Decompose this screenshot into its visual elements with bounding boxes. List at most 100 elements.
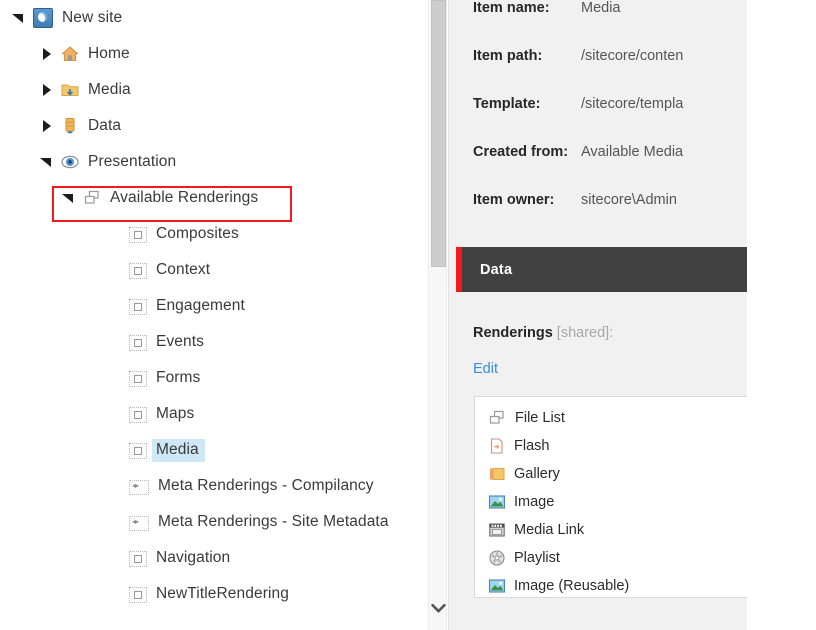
tree-item-label: New site xyxy=(62,9,123,26)
tree-item-label: Media xyxy=(88,81,131,98)
twisty-collapsed-icon[interactable] xyxy=(40,83,54,97)
rendering-item-icon xyxy=(129,587,147,603)
tree-item-label: Composites xyxy=(156,225,239,242)
rendering-list-item-label: Playlist xyxy=(514,550,560,566)
tree-item-composites[interactable]: Composites xyxy=(0,216,428,252)
data-section-header: Data xyxy=(456,247,747,292)
property-key: Created from: xyxy=(473,144,569,160)
playlist-icon xyxy=(488,549,506,567)
rendering-list-item-label: Media Link xyxy=(514,522,585,538)
tree-item-label: NewTitleRendering xyxy=(156,585,289,602)
tree-item-meta-renderings-compilancy[interactable]: Meta Renderings - Compilancy xyxy=(0,468,428,504)
property-value: Media xyxy=(581,0,621,16)
rendering-item-icon xyxy=(129,443,147,459)
tree-item-label: Data xyxy=(88,117,122,134)
tree-item-forms[interactable]: Forms xyxy=(0,360,428,396)
tree-item-engagement[interactable]: Engagement xyxy=(0,288,428,324)
renderings-field-label: Renderings [shared]: xyxy=(473,325,613,341)
property-row: Template: /sitecore/templa xyxy=(449,96,747,144)
tree-item-presentation[interactable]: Presentation xyxy=(0,144,428,180)
chevron-down-icon[interactable] xyxy=(429,598,448,618)
rendering-list-item-label: Image xyxy=(514,494,555,510)
item-properties-list: Item name: Media Item path: /sitecore/conte… xyxy=(449,0,747,240)
tree-scrollbar[interactable] xyxy=(428,0,447,630)
rendering-list-item-label: Image (Reusable) xyxy=(514,578,630,594)
gallery-icon xyxy=(488,465,506,483)
tree-item-home[interactable]: Home xyxy=(0,36,428,72)
property-value: /sitecore/templa xyxy=(581,96,684,112)
tree-item-meta-renderings-site-metadata[interactable]: Meta Renderings - Site Metadata xyxy=(0,504,428,540)
data-section-title: Data xyxy=(480,261,513,278)
property-value: Available Media xyxy=(581,144,684,160)
tree-item-label: Context xyxy=(156,261,211,278)
rendering-list-item[interactable]: Gallery xyxy=(475,460,747,488)
renderings-shared-tag: [shared]: xyxy=(556,325,614,341)
house-icon xyxy=(61,45,79,63)
tree-item-navigation[interactable]: Navigation xyxy=(0,540,428,576)
rendering-item-icon xyxy=(129,371,147,387)
tree-item-label: Meta Renderings - Site Metadata xyxy=(158,513,389,530)
scrollbar-thumb[interactable] xyxy=(431,0,446,267)
property-value: /sitecore/conten xyxy=(581,48,684,64)
flash-icon xyxy=(488,437,506,455)
rendering-list-item[interactable]: Image xyxy=(475,488,747,516)
media-link-icon xyxy=(488,521,506,539)
rendering-item-icon xyxy=(129,335,147,351)
rendering-list-item[interactable]: Image (Reusable) xyxy=(475,572,747,600)
twisty-expanded-icon[interactable] xyxy=(12,11,26,25)
property-row: Created from: Available Media xyxy=(449,144,747,192)
rendering-item-icon xyxy=(129,407,147,423)
tree-item-label: Home xyxy=(88,45,130,62)
tree-item-newtitlerendering[interactable]: NewTitleRendering xyxy=(0,576,428,612)
tree-item-new-site[interactable]: New site xyxy=(0,0,428,36)
eye-icon xyxy=(61,153,79,171)
rendering-list-item[interactable]: File List xyxy=(475,404,747,432)
image-icon xyxy=(488,577,506,595)
rendering-list-item[interactable]: Playlist xyxy=(475,544,747,572)
tree-item-label: Maps xyxy=(156,405,195,422)
item-detail-panel: Item name: Media Item path: /sitecore/conte… xyxy=(448,0,747,630)
rendering-list-item[interactable]: Media Link xyxy=(475,516,747,544)
tree-item-events[interactable]: Events xyxy=(0,324,428,360)
tree-item-maps[interactable]: Maps xyxy=(0,396,428,432)
tree-item-available-renderings[interactable]: Available Renderings xyxy=(0,180,428,216)
renderings-list-box[interactable]: File List Flash Gallery Image Media Link Play… xyxy=(474,396,747,598)
tree-item-label: Presentation xyxy=(88,153,177,170)
twisty-collapsed-icon[interactable] xyxy=(40,119,54,133)
tree-item-media[interactable]: Media xyxy=(0,72,428,108)
screenshot-root: New site Home Media Data Presentation Availab… xyxy=(0,0,816,630)
rendering-list-item[interactable]: Flash xyxy=(475,432,747,460)
rendering-list-item-label: Gallery xyxy=(514,466,560,482)
image-icon xyxy=(488,493,506,511)
rendering-item-icon xyxy=(129,263,147,279)
tree-item-context[interactable]: Context xyxy=(0,252,428,288)
tree-item-label: Engagement xyxy=(156,297,245,314)
property-row: Item path: /sitecore/conten xyxy=(449,48,747,96)
rendering-item-icon xyxy=(129,551,147,567)
edit-renderings-link[interactable]: Edit xyxy=(473,361,498,377)
property-value: sitecore\Admin xyxy=(581,192,677,208)
tree-item-media[interactable]: Media xyxy=(0,432,428,468)
globe-icon xyxy=(33,8,53,28)
twisty-collapsed-icon[interactable] xyxy=(40,47,54,61)
property-row: Item name: Media xyxy=(449,0,747,48)
tree-item-label: Media xyxy=(152,438,205,462)
renderings-field-name: Renderings xyxy=(473,325,557,341)
content-tree: New site Home Media Data Presentation Availab… xyxy=(0,0,428,630)
meta-rendering-icon xyxy=(129,479,149,495)
media-folder-icon xyxy=(61,81,79,99)
twisty-expanded-icon[interactable] xyxy=(62,191,76,205)
tree-item-data[interactable]: Data xyxy=(0,108,428,144)
renderings-icon xyxy=(83,189,101,207)
tree-item-label: Forms xyxy=(156,369,201,386)
rendering-item-icon xyxy=(129,227,147,243)
property-row: Item owner: sitecore\Admin xyxy=(449,192,747,240)
property-key: Item owner: xyxy=(473,192,555,208)
twisty-expanded-icon[interactable] xyxy=(40,155,54,169)
